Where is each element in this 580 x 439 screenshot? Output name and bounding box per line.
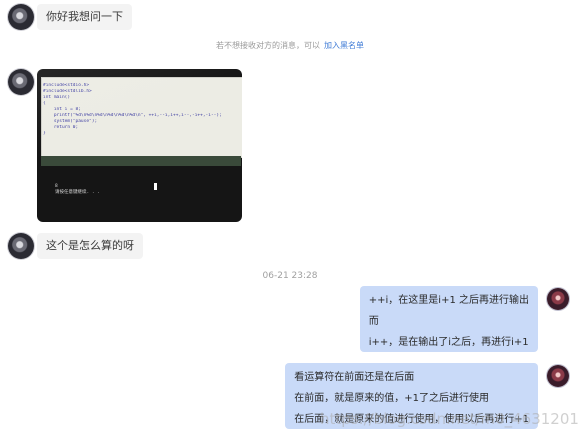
watermark-text: https://blog.csdn.net/m0_46312017 — [320, 410, 580, 428]
contact-avatar[interactable] — [8, 69, 34, 95]
incoming-message-bubble[interactable]: 这个是怎么算的呀 — [37, 233, 143, 259]
notice-text: 若不想接收对方的消息，可以 — [216, 41, 320, 50]
message-timestamp: 06-21 23:28 — [262, 271, 318, 281]
block-notice: 若不想接收对方的消息，可以 加入黑名单 — [0, 40, 580, 51]
message-text: 你好我想问一下 — [46, 10, 123, 23]
contact-avatar[interactable] — [8, 233, 34, 259]
message-line: ++i，在这里是i+1 之后再进行输出 — [368, 295, 529, 306]
contact-avatar[interactable] — [8, 4, 34, 30]
self-avatar[interactable] — [547, 365, 569, 387]
message-line: 而 — [368, 316, 379, 327]
message-line: i++，是在输出了i之后，再进行i+1 — [368, 337, 529, 348]
message-line: 看运算符在前面还是在后面 — [294, 372, 415, 383]
outgoing-message-bubble[interactable]: ++i，在这里是i+1 之后再进行输出 而 i++，是在输出了i之后，再进行i+… — [359, 286, 538, 352]
blacklist-link[interactable]: 加入黑名单 — [324, 41, 364, 50]
message-text: 这个是怎么算的呀 — [46, 239, 134, 252]
photo-glare — [37, 69, 242, 222]
message-line: 在前面，就是原来的值，+1了之后进行使用 — [294, 393, 489, 404]
self-avatar[interactable] — [547, 288, 569, 310]
image-message[interactable]: #include<stdio.h> #include<stdlib.h> int… — [37, 69, 242, 222]
incoming-message-bubble[interactable]: 你好我想问一下 — [37, 4, 132, 30]
